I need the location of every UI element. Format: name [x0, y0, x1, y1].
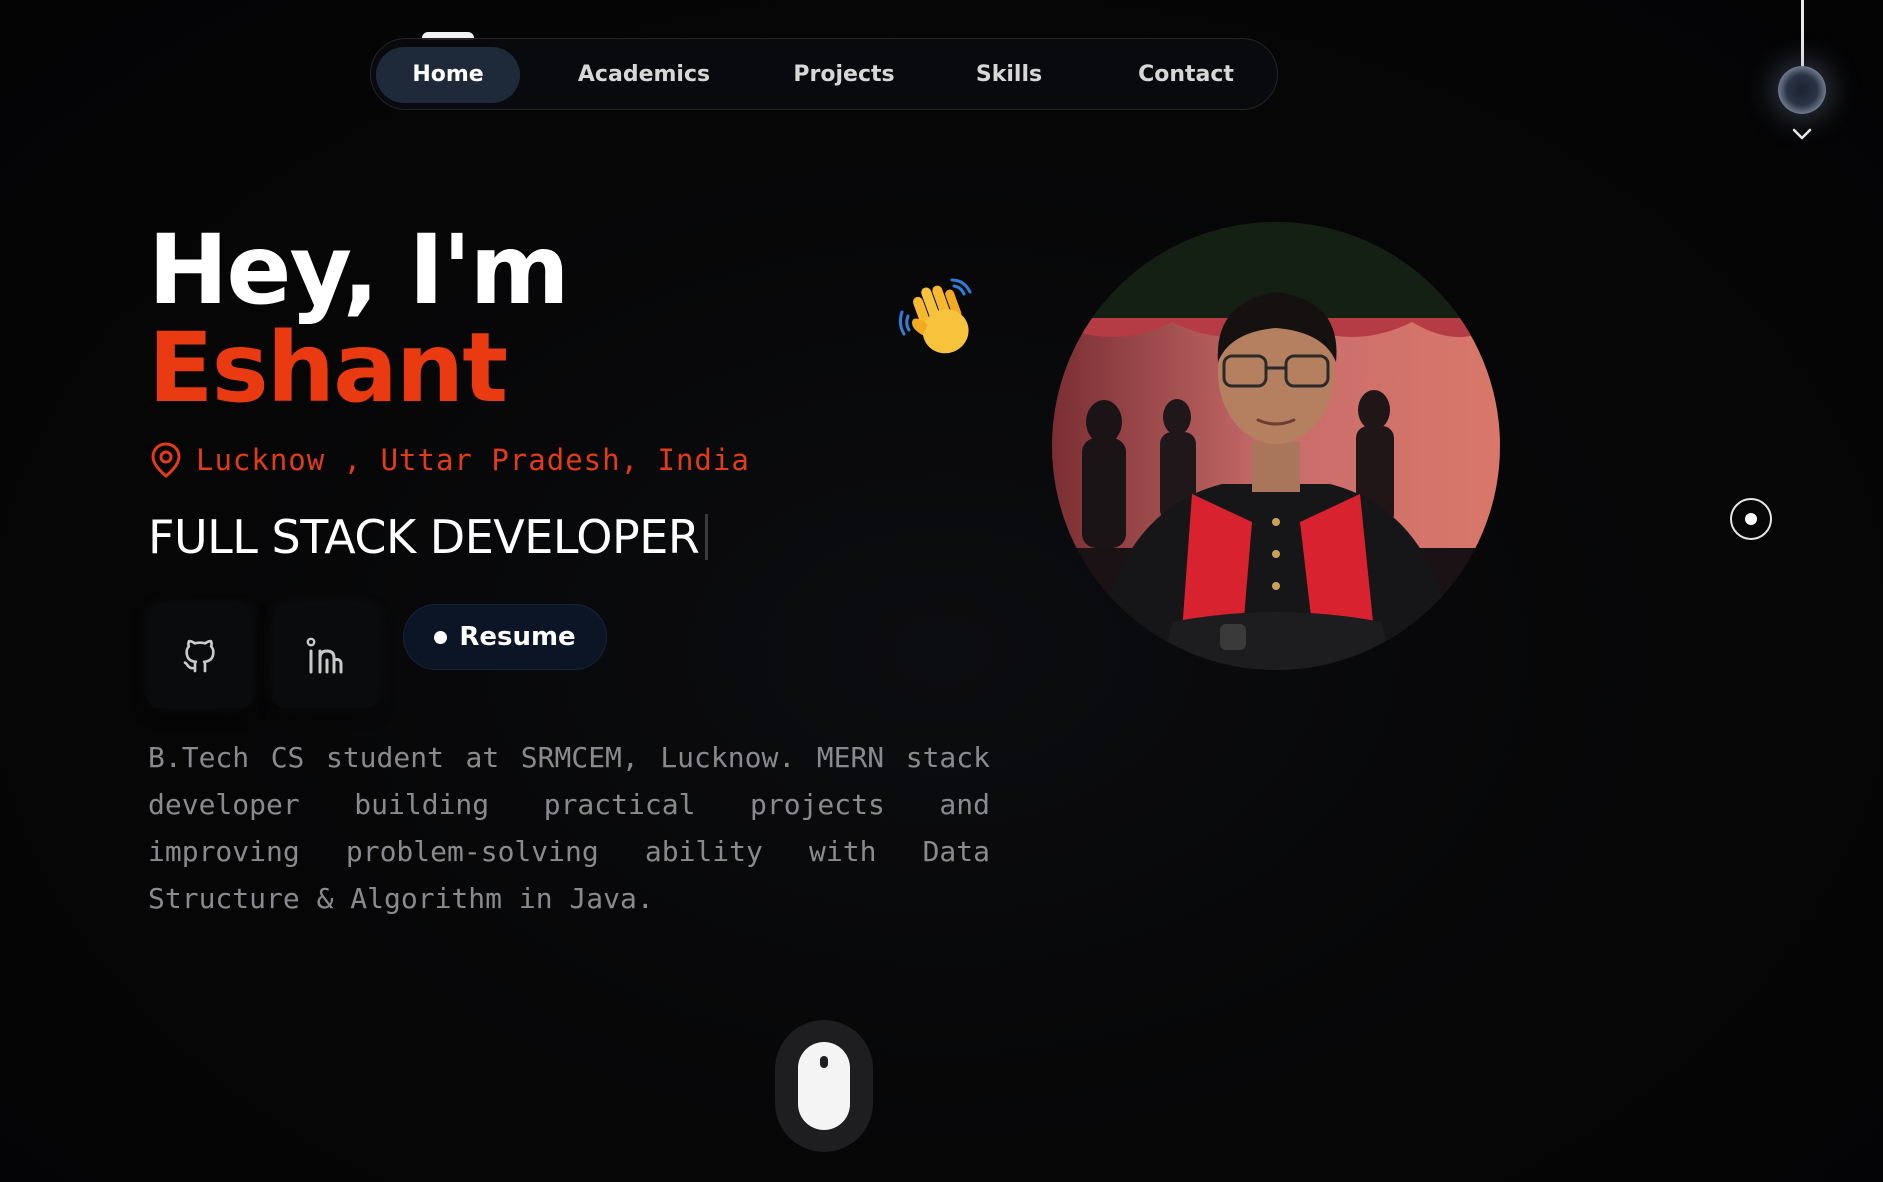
chevron-down-icon[interactable] — [1790, 124, 1814, 144]
nav-item-projects[interactable]: Projects — [769, 47, 919, 103]
linkedin-icon — [306, 637, 343, 674]
resume-button[interactable]: Resume — [403, 604, 607, 670]
bio-paragraph: B.Tech CS student at SRMCEM, Lucknow. ME… — [148, 741, 990, 915]
hero-name: Eshant — [148, 312, 508, 424]
lamp-cord[interactable] — [1801, 0, 1804, 70]
profile-photo — [1052, 222, 1500, 670]
role-text: FULL STACK DEVELOPER — [148, 510, 700, 564]
nav-item-home[interactable]: Home — [376, 47, 520, 103]
mouse-scroll-icon — [798, 1042, 850, 1130]
nav-item-academics[interactable]: Academics — [556, 47, 732, 103]
waving-hand-icon — [898, 278, 972, 354]
hero-greeting: Hey, I'm — [148, 214, 570, 326]
resume-dot-icon — [434, 630, 448, 644]
location-row: Lucknow , Uttar Pradesh, India — [150, 442, 750, 478]
location-text: Lucknow , Uttar Pradesh, India — [196, 443, 750, 477]
github-button[interactable] — [148, 604, 252, 708]
linkedin-button[interactable] — [274, 604, 378, 708]
profile-photo-illustration — [1052, 222, 1500, 670]
nav-item-skills[interactable]: Skills — [949, 47, 1069, 103]
mouse-wheel — [820, 1056, 828, 1068]
top-nav: Home Academics Projects Skills Contact — [370, 38, 1278, 110]
map-pin-icon — [151, 442, 181, 478]
scroll-indicator[interactable] — [775, 1020, 873, 1152]
cursor-follower — [1730, 498, 1772, 540]
lamp-icon[interactable] — [1778, 66, 1826, 114]
github-icon — [183, 639, 215, 673]
resume-label: Resume — [459, 622, 576, 652]
cursor-dot — [1745, 513, 1757, 525]
nav-item-contact[interactable]: Contact — [1111, 47, 1261, 103]
typing-caret — [705, 514, 709, 560]
portfolio-page: Home Academics Projects Skills Contact H… — [0, 0, 1883, 1182]
role-title: FULL STACK DEVELOPER — [148, 510, 709, 564]
